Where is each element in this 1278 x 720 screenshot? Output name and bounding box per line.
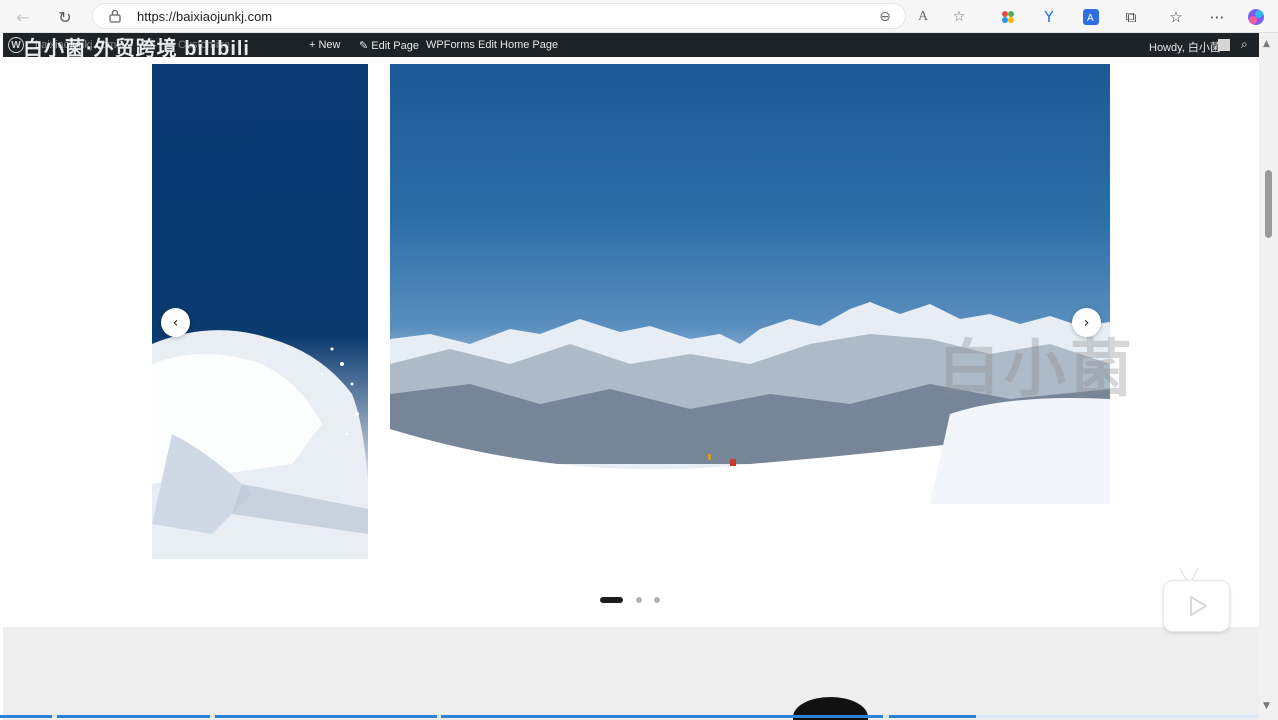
copilot-icon[interactable]	[1245, 6, 1267, 28]
svg-text:A: A	[1087, 13, 1094, 24]
wordpress-logo-icon[interactable]: W	[8, 37, 24, 53]
more-menu-icon[interactable]: ⋯	[1206, 6, 1228, 28]
scroll-up-arrow-icon[interactable]: ▲	[1263, 39, 1270, 49]
admin-new-label: New	[318, 39, 341, 51]
mountain-landscape-image	[390, 302, 1110, 504]
address-bar[interactable]: https://baixiaojunkj.com ⊖ A ☆	[92, 3, 965, 29]
extension-colorful-icon[interactable]	[997, 6, 1019, 28]
zoom-out-icon[interactable]: ⊖	[875, 7, 895, 27]
translate-extension-icon[interactable]: A	[1080, 6, 1102, 28]
progress-segment	[0, 715, 52, 718]
admin-wpforms-link[interactable]: WPForms	[426, 39, 475, 51]
page-scrollbar[interactable]: ▲ ▼	[1259, 33, 1278, 720]
progress-segment	[57, 715, 210, 718]
admin-search-icon[interactable]: ⌕	[1241, 37, 1248, 52]
read-aloud-icon[interactable]: A	[913, 7, 933, 27]
slider-prev-button[interactable]: ‹	[161, 308, 190, 337]
slide-mountains	[390, 64, 1110, 504]
video-progress-strip	[0, 715, 1259, 718]
bilibili-play-button[interactable]	[1163, 580, 1230, 632]
admin-edit-page-link[interactable]: ✎ Edit Page	[359, 39, 419, 52]
scroll-down-arrow-icon[interactable]: ▼	[1263, 701, 1270, 711]
slider-dot-3[interactable]	[654, 597, 660, 603]
extensions-puzzle-icon[interactable]: ⧉	[1120, 6, 1142, 28]
admin-customize-link[interactable]: Customize	[178, 39, 230, 51]
wp-admin-bar: W baixiaojunkj.com 白小菌·外贸跨境 bilibili Cus…	[3, 33, 1259, 60]
lock-icon	[109, 9, 121, 23]
browser-toolbar: ← ↻ https://baixiaojunkj.com ⊖ A ☆ Y A ⧉…	[0, 0, 1278, 33]
url-text[interactable]: https://baixiaojunkj.com	[137, 9, 272, 24]
progress-segment	[215, 715, 437, 718]
back-arrow-icon[interactable]: ←	[12, 6, 34, 28]
favorite-star-icon[interactable]: ☆	[949, 7, 969, 27]
admin-edit-page-label: Edit Page	[371, 40, 419, 52]
slider-dot-2[interactable]	[636, 597, 642, 603]
reload-icon[interactable]: ↻	[54, 6, 76, 28]
next-section-hero	[3, 627, 1259, 720]
admin-edit-home-page-link[interactable]: Edit Home Page	[478, 39, 558, 51]
scroll-thumb[interactable]	[1265, 170, 1272, 238]
admin-howdy-link[interactable]: Howdy, 白小菌	[1149, 39, 1221, 55]
admin-new-link[interactable]: + New	[309, 39, 341, 51]
pencil-icon: ✎	[359, 40, 372, 52]
progress-segment	[441, 715, 883, 718]
progress-segment	[889, 715, 976, 718]
video-watermark-overlay: 白小菌	[938, 332, 1137, 405]
play-icon	[1189, 596, 1207, 616]
page-content: ‹ › 白小菌	[3, 57, 1259, 720]
slider-dot-1[interactable]	[600, 597, 623, 603]
avatar[interactable]	[1218, 39, 1230, 51]
extension-y-icon[interactable]: Y	[1038, 6, 1060, 28]
favorites-list-icon[interactable]: ☆	[1165, 6, 1187, 28]
